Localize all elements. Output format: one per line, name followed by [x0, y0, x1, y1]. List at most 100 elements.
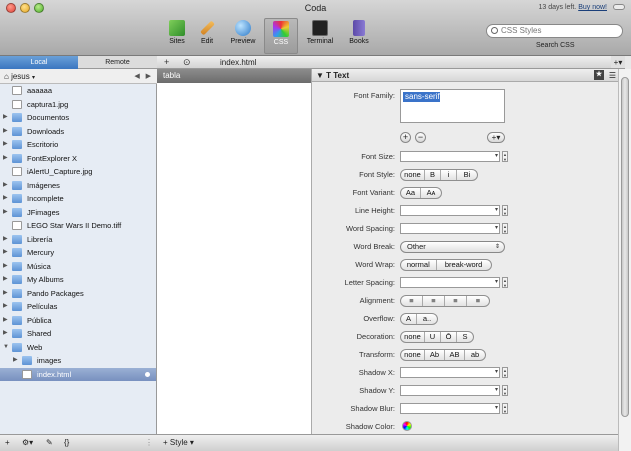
selector-item[interactable]: tabla — [157, 69, 311, 83]
disclosure-triangle-icon[interactable]: ▶ — [3, 314, 8, 328]
property-combo-field[interactable]: ▾ — [400, 385, 500, 396]
segment-option[interactable]: none — [401, 332, 425, 342]
disclosure-triangle-icon[interactable]: ▶ — [3, 273, 8, 287]
file-item[interactable]: ▶ images — [0, 354, 156, 368]
disclosure-triangle-icon[interactable]: ▼ — [3, 341, 9, 355]
font-options-button[interactable]: +▾ — [487, 132, 505, 143]
stepper[interactable]: ▲ ▼ — [502, 223, 508, 234]
file-item[interactable]: ▶ Shared — [0, 327, 156, 341]
file-item[interactable]: ▶ Películas — [0, 300, 156, 314]
chevron-down-icon[interactable]: ▾ — [495, 404, 498, 411]
list-icon[interactable]: ☰ — [609, 69, 616, 82]
segment-option[interactable]: ≡ — [445, 296, 467, 306]
nav-arrows[interactable]: ◀ ▶ — [134, 69, 151, 84]
disclosure-triangle-icon[interactable]: ▶ — [3, 300, 8, 314]
property-combo-field[interactable]: ▾ — [400, 367, 500, 378]
stepper[interactable]: ▲ ▼ — [502, 151, 508, 162]
remove-font-button[interactable]: − — [415, 132, 426, 143]
disclosure-triangle-icon[interactable]: ▶ — [3, 125, 8, 139]
toolbar-toggle-button[interactable] — [613, 4, 625, 10]
file-item[interactable]: ▶ Pando Packages — [0, 287, 156, 301]
property-combo-field[interactable]: ▾ — [400, 403, 500, 414]
font-family-list[interactable]: sans-serif — [400, 89, 505, 123]
segment-option[interactable]: a.. — [417, 314, 437, 324]
file-item[interactable]: ▶ Música — [0, 260, 156, 274]
disclosure-triangle-icon[interactable]: ▶ — [3, 111, 8, 125]
segment-option[interactable]: Aa — [401, 188, 421, 198]
file-item[interactable]: ▶ FontExplorer X — [0, 152, 156, 166]
add-style-button[interactable]: + Style ▾ — [163, 438, 194, 447]
file-item[interactable]: ▼ Web — [0, 341, 156, 355]
file-item[interactable]: iAlertU_Capture.jpg — [0, 165, 156, 179]
segment-option[interactable]: i — [441, 170, 457, 180]
disclosure-triangle-icon[interactable]: ▶ — [3, 327, 8, 341]
segment-option[interactable]: S — [457, 332, 473, 342]
segment-option[interactable]: A — [401, 314, 417, 324]
gear-icon[interactable]: ⚙▾ — [22, 438, 33, 447]
braces-icon[interactable]: {} — [64, 438, 69, 447]
file-item[interactable]: aaaaaa — [0, 84, 156, 98]
tab-options-icon[interactable]: ⊙ — [183, 57, 191, 68]
terminal-button[interactable]: Terminal — [303, 18, 337, 54]
disclosure-triangle-icon[interactable]: ▶ — [3, 138, 8, 152]
panel-scrollbar[interactable] — [618, 69, 631, 451]
segment-option[interactable]: none — [401, 350, 425, 360]
segment-option[interactable]: normal — [401, 260, 437, 270]
disclosure-triangle-icon[interactable]: ▶ — [3, 152, 8, 166]
stepper[interactable]: ▲ ▼ — [502, 205, 508, 216]
edit-button[interactable]: Edit — [190, 18, 224, 54]
disclosure-triangle-icon[interactable]: ▶ — [3, 287, 8, 301]
chevron-down-icon[interactable]: ▾ — [495, 278, 498, 285]
property-combo-field[interactable]: ▾ — [400, 151, 500, 162]
tab-local[interactable]: Local — [0, 56, 78, 69]
file-item[interactable]: index.html — [0, 367, 156, 381]
resize-handle-icon[interactable]: ⋮ — [145, 438, 153, 447]
property-combo-field[interactable]: ▾ — [400, 277, 500, 288]
disclosure-triangle-icon[interactable]: ▶ — [3, 233, 8, 247]
section-header[interactable]: ▼ T Text ★ ☰ — [312, 69, 618, 82]
segment-option[interactable]: ≡ — [467, 296, 489, 306]
chevron-down-icon[interactable]: ▾ — [495, 368, 498, 375]
disclosure-triangle-icon[interactable]: ▶ — [3, 192, 8, 206]
new-tab-button[interactable]: +▾ — [611, 56, 625, 69]
star-icon[interactable]: ★ — [594, 70, 604, 80]
file-item[interactable]: captura1.jpg — [0, 98, 156, 112]
preview-button[interactable]: Preview — [226, 18, 260, 54]
segment-option[interactable]: AB — [445, 350, 465, 360]
property-combo-field[interactable]: ▾ — [400, 223, 500, 234]
chevron-down-icon[interactable]: ▾ — [495, 152, 498, 159]
file-item[interactable]: ▶ My Albums — [0, 273, 156, 287]
segment-option[interactable]: break-word — [437, 260, 491, 270]
file-item[interactable]: ▶ Escritorio — [0, 138, 156, 152]
segment-option[interactable]: Aᴀ — [421, 188, 441, 198]
segment-option[interactable]: ab — [465, 350, 485, 360]
segment-option[interactable]: ≡ — [401, 296, 423, 306]
color-wheel-icon[interactable] — [402, 421, 412, 431]
font-family-value[interactable]: sans-serif — [403, 92, 440, 102]
add-icon[interactable]: + — [5, 438, 10, 447]
css-button[interactable]: CSS — [264, 18, 298, 54]
path-popup[interactable]: ⌂ jesus ▾ ◀ ▶ — [0, 69, 157, 84]
word-break-popup[interactable]: Other ⇕ — [400, 241, 505, 253]
property-combo-field[interactable]: ▾ — [400, 205, 500, 216]
file-item[interactable]: ▶ Downloads — [0, 125, 156, 139]
segment-option[interactable]: Bi — [457, 170, 477, 180]
buy-now-link[interactable]: Buy now! — [578, 4, 607, 11]
segment-option[interactable]: U — [425, 332, 441, 342]
sites-button[interactable]: Sites — [160, 18, 194, 54]
segment-option[interactable]: Ō — [441, 332, 457, 342]
chevron-down-icon[interactable]: ▾ — [495, 206, 498, 213]
chevron-down-icon[interactable]: ▾ — [495, 224, 498, 231]
segment-option[interactable]: ≡ — [423, 296, 445, 306]
disclosure-triangle-icon[interactable]: ▶ — [3, 260, 8, 274]
stepper[interactable]: ▲ ▼ — [502, 403, 508, 414]
css-search-input[interactable]: CSS Styles — [486, 24, 623, 38]
file-item[interactable]: ▶ Incomplete — [0, 192, 156, 206]
disclosure-triangle-icon[interactable]: ▶ — [3, 179, 8, 193]
file-item[interactable]: ▶ Pública — [0, 314, 156, 328]
add-tab-icon[interactable]: + — [164, 57, 169, 67]
file-item[interactable]: LEGO Star Wars II Demo.tiff — [0, 219, 156, 233]
disclosure-triangle-icon[interactable]: ▶ — [13, 354, 18, 368]
stepper[interactable]: ▲ ▼ — [502, 367, 508, 378]
add-font-button[interactable]: + — [400, 132, 411, 143]
